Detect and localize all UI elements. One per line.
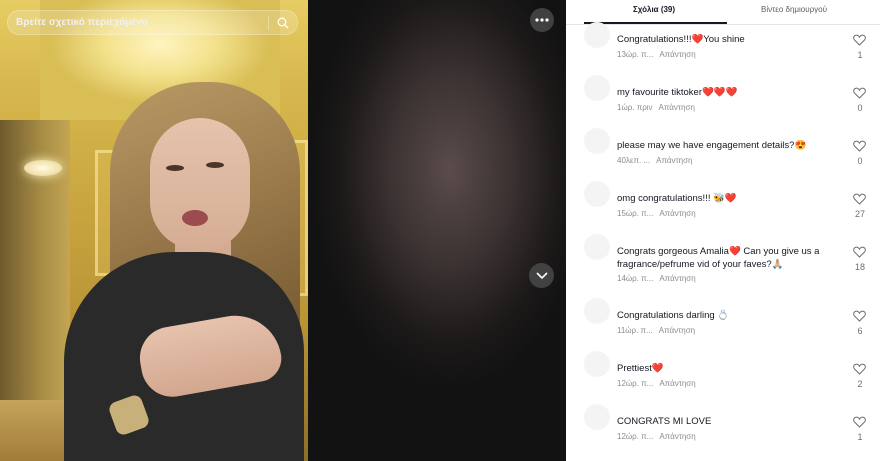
comment-item: Congratulations darling 💍 11ώρ. π... Απάντ…: [566, 298, 880, 348]
reply-link[interactable]: Απάντηση: [659, 103, 695, 112]
heart-icon[interactable]: [853, 245, 867, 258]
avatar[interactable]: [584, 404, 610, 430]
reply-link[interactable]: Απάντηση: [659, 50, 695, 59]
comment-text: my favourite tiktoker❤️❤️❤️: [617, 87, 738, 98]
comment-meta: 12ώρ. π... Απάντηση: [617, 432, 696, 441]
heart-icon[interactable]: [853, 33, 867, 46]
avatar[interactable]: [584, 22, 610, 48]
avatar[interactable]: [584, 128, 610, 154]
comment-timestamp: 1ώρ. πριν: [617, 103, 653, 112]
avatar[interactable]: [584, 234, 610, 260]
comment-timestamp: 11ώρ. π...: [617, 326, 653, 335]
comment-timestamp: 13ώρ. π...: [617, 50, 654, 59]
comment-item: omg congratulations!!! 🐝❤️ 15ώρ. π... Απάν…: [566, 181, 880, 231]
person-face: [150, 118, 250, 250]
comment-item: my favourite tiktoker❤️❤️❤️ 1ώρ. πριν Απάν…: [566, 75, 880, 125]
comment-text: Congratulations darling 💍: [617, 310, 730, 321]
comment-timestamp: 12ώρ. π...: [617, 432, 654, 441]
avatar[interactable]: [584, 75, 610, 101]
heart-icon[interactable]: [853, 86, 867, 99]
more-horizontal-icon: [535, 18, 549, 22]
comment-text: please may we have engagement details?😍: [617, 140, 807, 151]
more-options-button[interactable]: [530, 8, 554, 32]
video-area[interactable]: [0, 0, 566, 461]
like-count: 6: [857, 326, 863, 336]
like-count: 2: [857, 379, 863, 389]
comment-meta: 13ώρ. π... Απάντηση: [617, 50, 696, 59]
blurred-background: [300, 0, 566, 461]
reply-link[interactable]: Απάντηση: [656, 156, 692, 165]
comment-text: Prettiest❤️: [617, 363, 664, 374]
comment-item: Congratulations!!!❤️You shine 13ώρ. π... Α…: [566, 22, 880, 72]
comment-meta: 11ώρ. π... Απάντηση: [617, 326, 695, 335]
avatar[interactable]: [584, 351, 610, 377]
chandelier: [24, 160, 62, 176]
comment-item: please may we have engagement details?😍 4…: [566, 128, 880, 178]
comment-text: omg congratulations!!! 🐝❤️: [617, 193, 737, 204]
search-bar[interactable]: [7, 10, 298, 35]
like-count: 0: [857, 156, 863, 166]
heart-icon[interactable]: [853, 415, 867, 428]
comment-meta: 1ώρ. πριν Απάντηση: [617, 103, 695, 112]
tab-creator-videos[interactable]: Βίντεο δημιουργού: [761, 5, 827, 14]
comment-text: Congratulations!!!❤️You shine: [617, 34, 745, 45]
like-count: 1: [857, 50, 863, 60]
comment-meta: 40λεπ. ... Απάντηση: [617, 156, 692, 165]
reply-link[interactable]: Απάντηση: [659, 379, 695, 388]
comment-timestamp: 14ώρ. π...: [617, 274, 654, 283]
like-count: 18: [854, 262, 865, 272]
comment-meta: 15ώρ. π... Απάντηση: [617, 209, 696, 218]
heart-icon[interactable]: [853, 362, 867, 375]
comment-timestamp: 12ώρ. π...: [617, 379, 654, 388]
heart-icon[interactable]: [853, 139, 867, 152]
like-count: 0: [857, 103, 863, 113]
comment-item: CONGRATS MI LOVE 12ώρ. π... Απάντηση 1: [566, 404, 880, 454]
video-frame[interactable]: [0, 0, 308, 461]
comment-meta: 12ώρ. π... Απάντηση: [617, 379, 696, 388]
person-mouth: [182, 210, 208, 226]
comment-item: Congrats gorgeous Amalia❤️ Can you give …: [566, 234, 880, 284]
search-input[interactable]: [8, 16, 268, 29]
heart-icon[interactable]: [853, 192, 867, 205]
like-count: 1: [857, 432, 863, 442]
comment-text: Congrats gorgeous Amalia❤️ Can you give …: [617, 246, 820, 270]
comment-meta: 14ώρ. π... Απάντηση: [617, 274, 696, 283]
chevron-down-icon: [535, 271, 548, 279]
comment-timestamp: 15ώρ. π...: [617, 209, 654, 218]
reply-link[interactable]: Απάντηση: [659, 432, 695, 441]
search-icon[interactable]: [269, 11, 297, 34]
reply-link[interactable]: Απάντηση: [659, 209, 695, 218]
comment-item: Prettiest❤️ 12ώρ. π... Απάντηση 2: [566, 351, 880, 401]
person-eye: [166, 165, 184, 171]
avatar[interactable]: [584, 181, 610, 207]
reply-link[interactable]: Απάντηση: [659, 326, 695, 335]
person-eye: [206, 162, 224, 168]
tab-comments[interactable]: Σχόλια (39): [633, 5, 675, 14]
comment-timestamp: 40λεπ. ...: [617, 156, 651, 165]
avatar[interactable]: [584, 298, 610, 324]
like-count: 27: [854, 209, 865, 219]
comment-text: CONGRATS MI LOVE: [617, 416, 712, 427]
next-video-button[interactable]: [529, 263, 554, 288]
comments-panel: Σχόλια (39) Βίντεο δημιουργού Congratula…: [566, 0, 880, 461]
heart-icon[interactable]: [853, 309, 867, 322]
reply-link[interactable]: Απάντηση: [659, 274, 695, 283]
